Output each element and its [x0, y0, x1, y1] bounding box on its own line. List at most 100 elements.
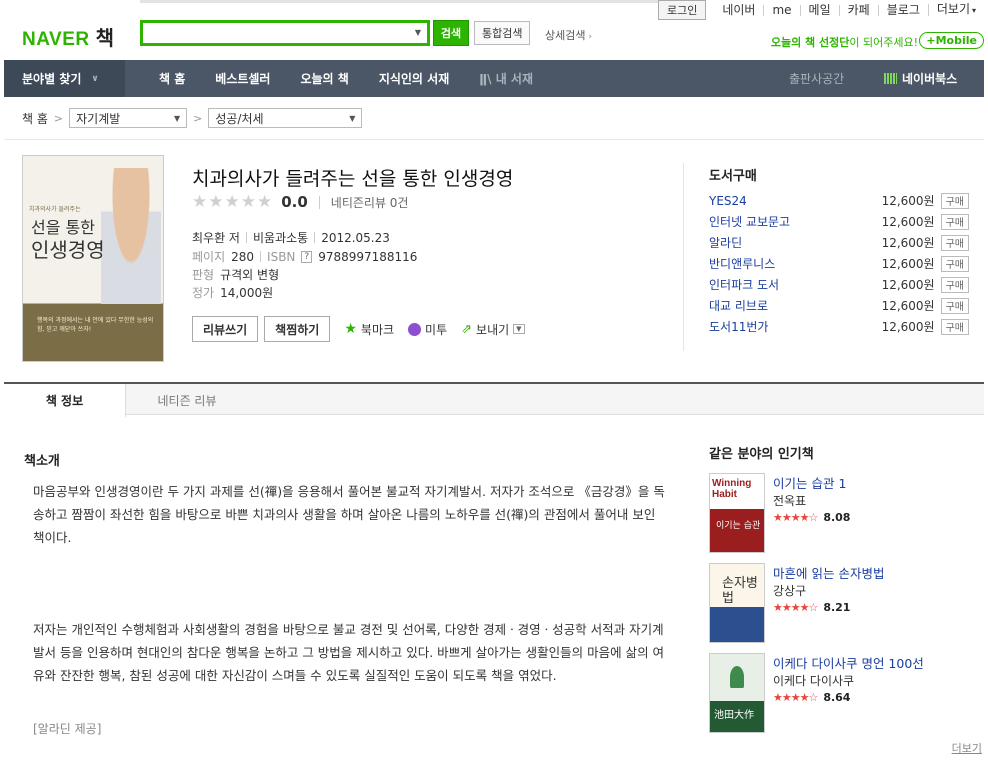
isbn-label: ISBN — [267, 249, 296, 264]
nav-publisher-space[interactable]: 출판사공간 — [789, 70, 844, 87]
intro-source: [알라딘 제공] — [33, 722, 102, 736]
search-button[interactable]: 검색 — [433, 20, 469, 46]
popular-thumb[interactable]: Winning Habit 이기는 습관 — [709, 473, 765, 553]
search-input[interactable] — [143, 23, 403, 43]
purchase-list: YES24 12,600원 구매 인터넷 교보문고 12,600원 구매 알라딘 12,6… — [709, 190, 969, 337]
format-value: 규격외 변형 — [220, 268, 280, 282]
nav-naverbooks[interactable]: 네이버북스 — [884, 70, 957, 87]
share-icon: ⇗ — [461, 321, 473, 337]
purchase-row: 도서11번가 12,600원 구매 — [709, 316, 969, 337]
intro-paragraph-1: 마음공부와 인생경영이란 두 가지 과제를 선(禪)을 응용해서 풀어본 불교적… — [33, 484, 665, 545]
breadcrumb-subcategory-select[interactable]: 성공/처세 ▼ — [208, 108, 363, 128]
util-link-me[interactable]: me — [763, 4, 799, 16]
isbn-help-icon[interactable]: ? — [301, 250, 313, 263]
promo-link[interactable]: 오늘의 책 선정단이 되어주세요! — [771, 34, 918, 50]
store-link[interactable]: 알라딘 — [709, 234, 882, 251]
integrated-search-button[interactable]: 통합검색 — [474, 21, 531, 45]
store-link[interactable]: 인터넷 교보문고 — [709, 213, 882, 230]
popular-more-link[interactable]: 더보기 — [952, 740, 982, 756]
store-price: 12,600원 — [881, 278, 935, 292]
buy-button[interactable]: 구매 — [940, 213, 969, 230]
buy-button[interactable]: 구매 — [940, 192, 969, 209]
buy-button[interactable]: 구매 — [940, 255, 969, 272]
publish-date: 2012.05.23 — [321, 230, 390, 245]
breadcrumb-category-value: 자기계발 — [76, 111, 121, 126]
bookmark-label: 북마크 — [360, 322, 395, 337]
send-button[interactable]: ⇗ 보내기 ▼ — [461, 321, 525, 338]
price-label: 정가 — [192, 286, 215, 300]
store-link[interactable]: 도서11번가 — [709, 318, 882, 335]
nav-bestseller[interactable]: 베스트셀러 — [215, 70, 270, 87]
store-link[interactable]: 인터파크 도서 — [709, 276, 882, 293]
divider — [683, 163, 684, 351]
divider — [260, 251, 262, 262]
search-dropdown-icon[interactable]: ▼ — [415, 28, 421, 37]
advanced-search-link[interactable]: 상세검색 › — [545, 27, 592, 43]
naverbooks-icon — [884, 73, 897, 84]
popular-title-link[interactable]: 이기는 습관 1 — [773, 473, 846, 492]
popular-item: 손자병법 마흔에 읽는 손자병법 강상구 ★★★★☆ 8.21 — [709, 563, 979, 643]
main-nav: 분야별 찾기 ∨ 책 홈 베스트셀러 오늘의 책 지식인의 서재 ǁ\ 내 서재 … — [4, 60, 984, 97]
author-link[interactable]: 최우환 저 — [192, 229, 240, 246]
cover-subtitle: 치과의사가 들려주는 — [29, 206, 81, 213]
buy-button[interactable]: 구매 — [940, 318, 969, 335]
buy-button[interactable]: 구매 — [940, 234, 969, 251]
tab-netizen-review[interactable]: 네티즌 리뷰 — [126, 384, 248, 416]
rating-score: 0.0 — [281, 193, 308, 211]
netizen-review-link[interactable]: 네티즌리뷰 0건 — [331, 194, 409, 211]
tab-book-info[interactable]: 책 정보 — [4, 384, 126, 417]
store-price: 12,600원 — [881, 299, 935, 313]
nav-today-book[interactable]: 오늘의 책 — [300, 70, 348, 87]
buy-button[interactable]: 구매 — [940, 276, 969, 293]
store-price: 12,600원 — [881, 236, 935, 250]
util-link-naver[interactable]: 네이버 — [714, 4, 763, 16]
search-box: ▼ — [140, 20, 430, 46]
util-link-mail[interactable]: 메일 — [799, 4, 839, 16]
store-price: 12,600원 — [881, 194, 935, 208]
naver-book-logo[interactable]: NAVER 책 — [22, 22, 115, 51]
write-review-button[interactable]: 리뷰쓰기 — [192, 316, 259, 342]
buy-button[interactable]: 구매 — [940, 297, 969, 314]
store-link[interactable]: 대교 리브로 — [709, 297, 882, 314]
nav-book-home[interactable]: 책 홈 — [159, 70, 185, 87]
category-menu[interactable]: 분야별 찾기 ∨ — [4, 60, 125, 97]
divider — [318, 195, 320, 209]
promo-text: 이 되어주세요! — [849, 36, 918, 49]
popular-title-link[interactable]: 마흔에 읽는 손자병법 — [773, 563, 884, 582]
popular-title-link[interactable]: 이케다 다이사쿠 명언 100선 — [773, 653, 924, 672]
top-divider — [140, 0, 660, 3]
util-link-cafe[interactable]: 카페 — [838, 4, 878, 16]
util-link-blog[interactable]: 블로그 — [877, 4, 928, 16]
star-rating-icon: ★★★★☆ — [773, 691, 818, 704]
store-link[interactable]: 반디앤루니스 — [709, 255, 882, 272]
popular-rating: ★★★★☆ 8.21 — [773, 601, 850, 614]
nav-intellectual-library[interactable]: 지식인의 서재 — [379, 70, 449, 87]
like-book-button[interactable]: 책찜하기 — [264, 316, 331, 342]
popular-thumb[interactable]: 池田大作 — [709, 653, 765, 733]
book-cover[interactable]: 치과의사가 들려주는 선을 통한 인생경영 행복의 과정에서는 내 안에 있다 … — [22, 155, 164, 362]
popular-thumb[interactable]: 손자병법 — [709, 563, 765, 643]
mitoo-button[interactable]: 미투 — [408, 321, 447, 338]
mobile-button[interactable]: +Mobile — [919, 32, 984, 49]
chevron-down-icon[interactable]: ▼ — [513, 324, 525, 334]
book-title: 치과의사가 들려주는 선을 통한 인생경영 — [192, 168, 514, 190]
breadcrumb-category-select[interactable]: 자기계발 ▼ — [69, 108, 188, 128]
chevron-down-icon: ▼ — [349, 113, 356, 123]
intro-paragraph-2: 저자는 개인적인 수행체험과 사회생활의 경험을 바탕으로 불교 경전 및 선어… — [33, 622, 665, 683]
promo-highlight: 오늘의 책 선정단 — [770, 36, 850, 49]
utility-bar: 로그인 네이버 me 메일 카페 블로그 더보기 ▾ — [657, 0, 984, 20]
store-link[interactable]: YES24 — [709, 194, 882, 208]
util-link-more[interactable]: 더보기 ▾ — [927, 3, 984, 16]
popular-item: 池田大作 이케다 다이사쿠 명언 100선 이케다 다이사쿠 ★★★★☆ 8.64 — [709, 653, 979, 733]
chevron-down-icon: ▾ — [971, 6, 976, 15]
book-rating: ★★★★★ 0.0 네티즌리뷰 0건 — [192, 192, 408, 212]
login-button[interactable]: 로그인 — [657, 0, 707, 20]
isbn-value: 9788997188116 — [318, 249, 418, 264]
book-actions: 리뷰쓰기 책찜하기 ★ 북마크 미투 ⇗ 보내기 ▼ — [192, 316, 525, 342]
breadcrumb-home[interactable]: 책 홈 — [22, 110, 48, 127]
bookmark-button[interactable]: ★ 북마크 — [344, 321, 394, 338]
naverbooks-label: 네이버북스 — [902, 72, 958, 86]
nav-my-library[interactable]: ǁ\ 내 서재 — [479, 70, 533, 87]
publisher-link[interactable]: 비움과소통 — [253, 229, 308, 246]
library-icon: ǁ\ — [479, 72, 496, 86]
